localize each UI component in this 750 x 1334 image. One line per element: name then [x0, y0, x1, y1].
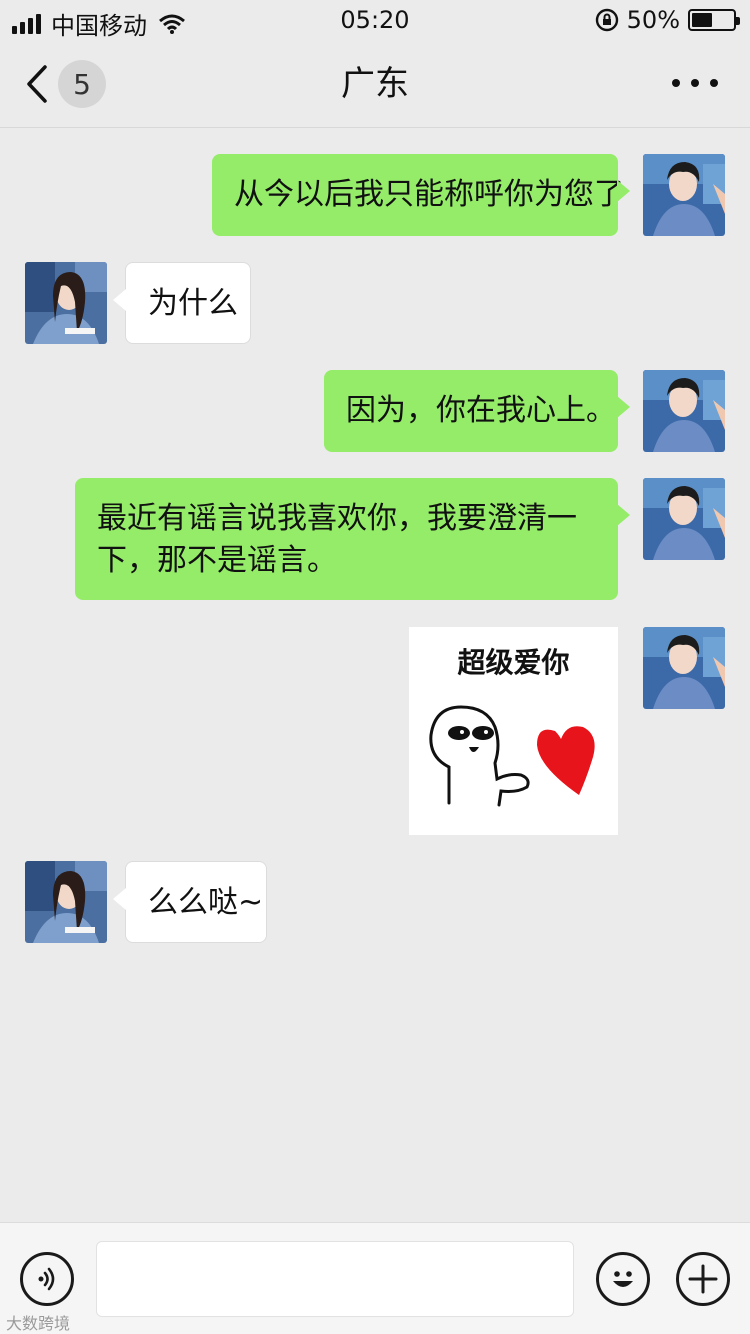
nav-bar: 5 广东	[0, 40, 750, 128]
plus-icon	[688, 1264, 718, 1294]
message-text: 最近有谣言说我喜欢你，我要澄清一下，那不是谣言。	[97, 501, 577, 578]
emoji-icon	[613, 1271, 633, 1287]
contact-avatar[interactable]	[25, 861, 107, 943]
chat-title: 广东	[341, 64, 409, 104]
battery-percent: 50%	[626, 6, 680, 34]
my-avatar[interactable]	[643, 627, 725, 709]
status-right: 50%	[595, 6, 740, 34]
watermark: 大数跨境	[6, 1314, 71, 1333]
orientation-lock-icon	[595, 8, 618, 32]
sticker-message[interactable]: 超级爱你	[409, 627, 618, 835]
more-dots-icon	[672, 79, 680, 87]
message-bubble-received[interactable]: 么么哒~	[113, 861, 267, 943]
status-bar: 中国移动 05:20 50%	[0, 0, 750, 40]
battery-icon	[688, 9, 740, 31]
message-bubble-sent[interactable]: 从今以后我只能称呼你为您了	[212, 154, 630, 236]
message-bubble-received[interactable]: 为什么	[113, 262, 251, 344]
message-text: 从今以后我只能称呼你为您了	[234, 177, 624, 212]
my-avatar[interactable]	[643, 478, 725, 560]
my-avatar[interactable]	[643, 154, 725, 236]
voice-button[interactable]	[20, 1252, 74, 1306]
more-button[interactable]	[672, 66, 718, 100]
emoji-button[interactable]	[596, 1252, 650, 1306]
message-text: 么么哒~	[148, 885, 264, 920]
sticker-drawing	[429, 705, 595, 807]
voice-icon	[38, 1267, 55, 1291]
message-text: 为什么	[148, 286, 238, 321]
add-button[interactable]	[676, 1252, 730, 1306]
message-bubble-sent[interactable]: 因为，你在我心上。	[324, 370, 630, 452]
my-avatar[interactable]	[643, 370, 725, 452]
input-bar	[0, 1222, 750, 1334]
message-text: 因为，你在我心上。	[346, 393, 616, 428]
contact-avatar[interactable]	[25, 262, 107, 344]
message-input[interactable]	[96, 1241, 574, 1317]
message-bubble-sent[interactable]: 最近有谣言说我喜欢你，我要澄清一下，那不是谣言。	[75, 478, 630, 600]
